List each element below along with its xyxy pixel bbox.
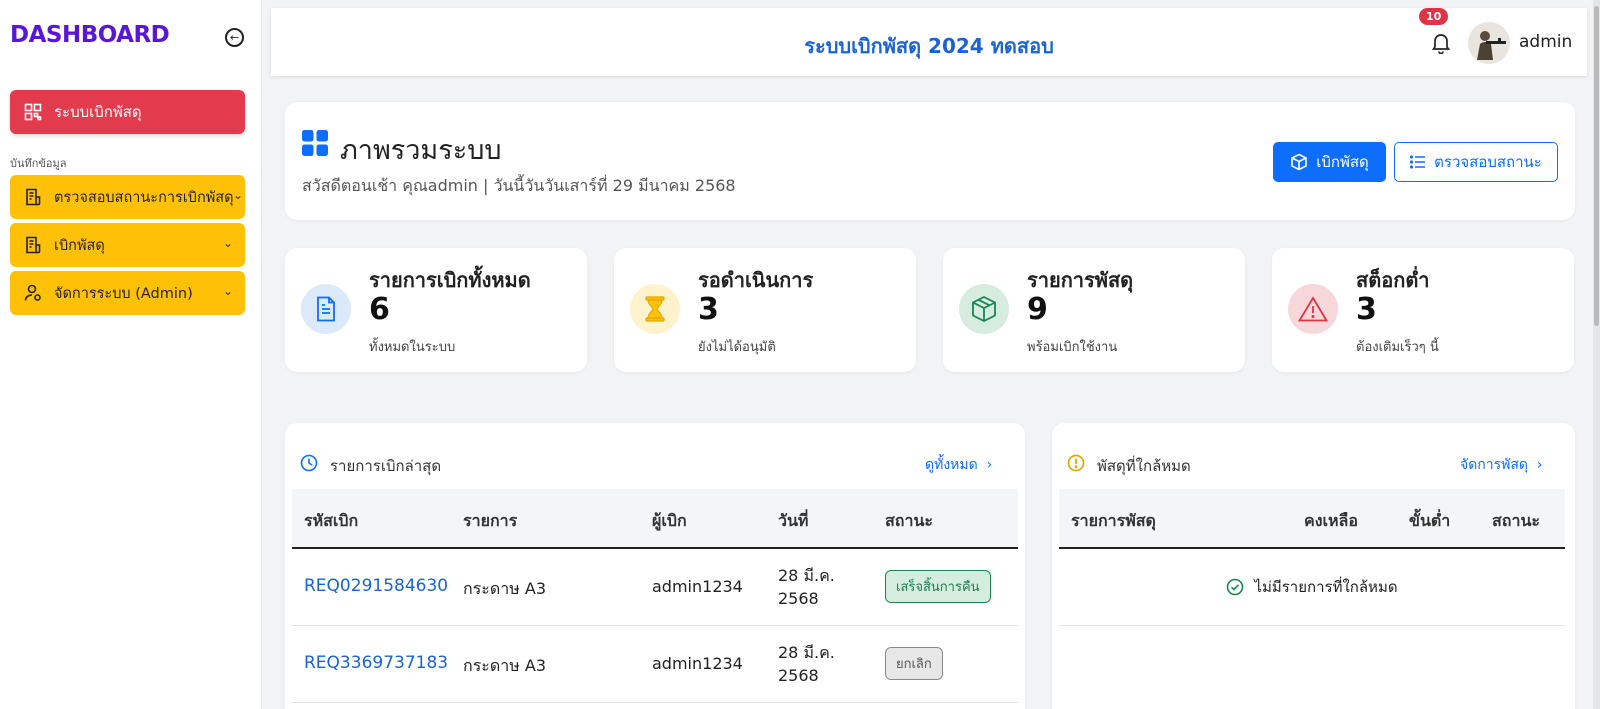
list-icon xyxy=(1410,155,1426,169)
check-status-button-label: ตรวจสอบสถานะ xyxy=(1434,153,1542,171)
alert-circle-icon xyxy=(1067,454,1085,472)
box-icon xyxy=(959,284,1009,334)
status-badge: ยกเลิก xyxy=(885,647,943,680)
recent-requests-title: รายการเบิกล่าสุด xyxy=(330,457,442,475)
stat-note: ทั้งหมดในระบบ xyxy=(369,340,456,355)
column-header: คงเหลือ xyxy=(1304,511,1358,530)
stat-value: 6 xyxy=(369,292,390,327)
column-header: รหัสเบิก xyxy=(304,511,359,530)
stat-card-low-stock: สต็อกต่ำ 3 ต้องเติมเร็วๆ นี้ xyxy=(1272,248,1574,372)
check-status-button[interactable]: ตรวจสอบสถานะ xyxy=(1394,142,1558,182)
stat-value: 3 xyxy=(698,292,719,327)
column-header: สถานะ xyxy=(1492,511,1540,530)
column-header: วันที่ xyxy=(778,511,809,530)
chevron-right-icon: › xyxy=(1532,457,1543,473)
notification-badge: 10 xyxy=(1419,8,1449,25)
empty-state-row: ไม่มีรายการที่ใกล้หมด xyxy=(1059,549,1565,626)
sidebar-section-label: บันทึกข้อมูล xyxy=(10,157,67,170)
sidebar-item-main-label: ระบบเบิกพัสดุ xyxy=(54,103,142,121)
chevron-right-icon: › xyxy=(982,457,993,473)
dashboard-grid-icon xyxy=(302,130,328,156)
column-header: รายการพัสดุ xyxy=(1071,511,1156,530)
grid-qr-icon xyxy=(24,103,42,121)
stat-card-total-requests: รายการเบิกทั้งหมด 6 ทั้งหมดในระบบ xyxy=(285,248,587,372)
document-icon xyxy=(301,284,351,334)
view-all-label: ดูทั้งหมด xyxy=(925,457,978,473)
column-header: สถานะ xyxy=(885,511,933,530)
scrollbar-thumb[interactable] xyxy=(1594,6,1599,326)
chevron-down-icon: ⌄ xyxy=(232,188,243,202)
bell-icon[interactable] xyxy=(1431,32,1451,54)
hourglass-icon xyxy=(630,284,680,334)
sidebar-item-main[interactable]: ระบบเบิกพัสดุ xyxy=(10,90,245,134)
box-icon xyxy=(1291,153,1308,171)
column-header: ผู้เบิก xyxy=(652,511,687,530)
warning-triangle-icon xyxy=(1288,284,1338,334)
low-stock-title: พัสดุที่ใกล้หมด xyxy=(1097,457,1191,475)
date-year-cell: 2568 xyxy=(778,589,819,608)
page-title: ระบบเบิกพัสดุ 2024 ทดสอบ xyxy=(804,34,1054,58)
document-list-icon xyxy=(26,188,41,206)
top-header: ระบบเบิกพัสดุ 2024 ทดสอบ 10 admin xyxy=(271,8,1587,76)
status-badge: เสร็จสิ้นการคืน xyxy=(885,570,991,603)
item-cell: กระดาษ A3 xyxy=(463,656,547,675)
user-cell: admin1234 xyxy=(652,654,743,673)
column-header: รายการ xyxy=(463,511,518,530)
chevron-down-icon: ⌄ xyxy=(222,236,233,250)
overview-subtitle: สวัสดีตอนเช้า คุณadmin | วันนี้วันวันเสา… xyxy=(302,176,736,195)
stat-card-items: รายการพัสดุ 9 พร้อมเบิกใช้งาน xyxy=(943,248,1245,372)
stat-note: พร้อมเบิกใช้งาน xyxy=(1027,340,1118,355)
stat-label: รายการเบิกทั้งหมด xyxy=(369,268,531,292)
view-all-link[interactable]: ดูทั้งหมด › xyxy=(925,454,992,476)
sidebar-item-admin[interactable]: จัดการระบบ (Admin) ⌄ xyxy=(10,271,245,315)
sidebar-item-check-status[interactable]: ตรวจสอบสถานะการเบิกพัสดุ ⌄ xyxy=(10,175,245,219)
sidebar-item-label: จัดการระบบ (Admin) xyxy=(54,285,193,302)
table-row[interactable]: REQ3369737183 กระดาษ A3 admin1234 28 มี.… xyxy=(292,626,1018,703)
item-cell: กระดาษ A3 xyxy=(463,579,547,598)
stat-value: 3 xyxy=(1356,292,1377,327)
manage-items-link[interactable]: จัดการพัสดุ › xyxy=(1460,454,1543,476)
stat-note: ต้องเติมเร็วๆ นี้ xyxy=(1356,340,1439,355)
clock-icon xyxy=(300,454,318,472)
stat-value: 9 xyxy=(1027,292,1048,327)
sidebar-item-label: เบิกพัสดุ xyxy=(54,237,105,254)
overview-card: ภาพรวมระบบ สวัสดีตอนเช้า คุณadmin | วันน… xyxy=(285,102,1575,220)
stat-card-pending: รอดำเนินการ 3 ยังไม่ได้อนุมัติ xyxy=(614,248,916,372)
empty-state-text: ไม่มีรายการที่ใกล้หมด xyxy=(1254,578,1398,596)
brand-logo[interactable]: DASHBOARD xyxy=(10,22,170,48)
sidebar: DASHBOARD ← ระบบเบิกพัสดุ บันทึกข้อมูล ต… xyxy=(0,0,262,709)
request-code-link[interactable]: REQ0291584630 xyxy=(304,576,448,596)
avatar[interactable] xyxy=(1468,22,1510,64)
low-stock-panel: พัสดุที่ใกล้หมด จัดการพัสดุ › รายการพัสด… xyxy=(1052,423,1575,709)
collapse-sidebar-icon[interactable]: ← xyxy=(225,28,244,47)
table-header: รหัสเบิก รายการ ผู้เบิก วันที่ สถานะ xyxy=(292,489,1018,549)
table-row[interactable]: REQ0291584630 กระดาษ A3 admin1234 28 มี.… xyxy=(292,549,1018,626)
recent-requests-panel: รายการเบิกล่าสุด ดูทั้งหมด › รหัสเบิก รา… xyxy=(285,423,1025,709)
withdraw-button-label: เบิกพัสดุ xyxy=(1316,153,1369,171)
table-header: รายการพัสดุ คงเหลือ ขั้นต่ำ สถานะ xyxy=(1059,489,1565,549)
check-circle-icon xyxy=(1227,578,1244,596)
manage-items-label: จัดการพัสดุ xyxy=(1460,457,1529,473)
date-cell: 28 มี.ค. xyxy=(778,643,835,662)
user-cell: admin1234 xyxy=(652,577,743,596)
stat-note: ยังไม่ได้อนุมัติ xyxy=(698,340,776,355)
withdraw-button[interactable]: เบิกพัสดุ xyxy=(1273,142,1386,182)
document-list-icon xyxy=(26,236,41,254)
date-cell: 28 มี.ค. xyxy=(778,566,835,585)
user-settings-icon xyxy=(24,284,41,301)
request-code-link[interactable]: REQ3369737183 xyxy=(304,653,448,673)
date-year-cell: 2568 xyxy=(778,666,819,685)
sidebar-item-withdraw[interactable]: เบิกพัสดุ ⌄ xyxy=(10,223,245,267)
chevron-down-icon: ⌄ xyxy=(222,284,233,298)
column-header: ขั้นต่ำ xyxy=(1409,511,1451,530)
overview-title: ภาพรวมระบบ xyxy=(340,135,502,166)
sidebar-item-label: ตรวจสอบสถานะการเบิกพัสดุ xyxy=(54,189,234,206)
username[interactable]: admin xyxy=(1519,32,1572,52)
